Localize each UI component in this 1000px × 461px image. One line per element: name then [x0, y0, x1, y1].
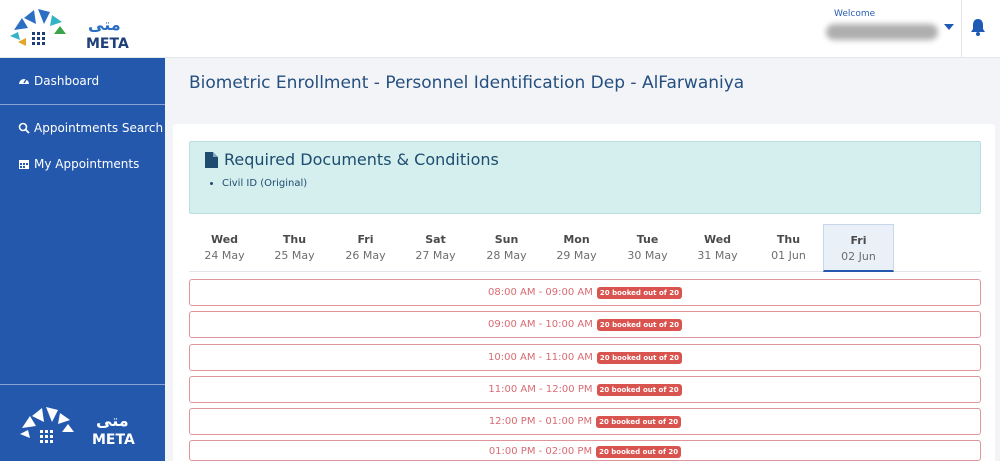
day-name: Thu [776, 233, 801, 246]
day-date: 30 May [627, 249, 668, 262]
slot-time: 11:00 AM - 12:00 PM [488, 384, 593, 395]
day-date: 25 May [274, 249, 315, 262]
time-slot[interactable]: 11:00 AM - 12:00 PM 20 booked out of 20 [189, 376, 981, 403]
day-date: 26 May [345, 249, 386, 262]
top-bar: متى META Welcome [0, 0, 1000, 58]
sidebar-item-appointments-search[interactable]: Appointments Search [18, 121, 163, 135]
sidebar-item-dashboard[interactable]: Dashboard [18, 74, 99, 88]
day-tab[interactable]: Sun 28 May [471, 224, 542, 272]
day-date: 28 May [486, 249, 527, 262]
required-documents-box: Required Documents & Conditions Civil ID… [189, 141, 981, 214]
day-date: 29 May [556, 249, 597, 262]
slot-time: 09:00 AM - 10:00 AM [488, 319, 593, 330]
time-slot[interactable]: 10:00 AM - 11:00 AM 20 booked out of 20 [189, 344, 981, 371]
slot-time: 01:00 PM - 02:00 PM [488, 446, 593, 457]
sidebar-item-label: Dashboard [34, 74, 100, 88]
day-tab[interactable]: Fri 26 May [330, 224, 401, 272]
day-date: 31 May [697, 249, 738, 262]
meta-logo-white: متى META [20, 407, 135, 448]
day-tab[interactable]: Mon 29 May [541, 224, 612, 272]
day-name: Thu [282, 233, 307, 246]
bell-icon[interactable] [970, 18, 986, 36]
booking-status-badge: 20 booked out of 20 [596, 318, 682, 331]
day-tab[interactable]: Thu 25 May [259, 224, 330, 272]
time-slot[interactable]: 12:00 PM - 01:00 PM 20 booked out of 20 [189, 408, 981, 435]
svg-text:متى: متى [88, 15, 121, 34]
username-redacted [826, 24, 938, 40]
topbar-divider [961, 0, 962, 58]
sidebar-item-label: Appointments Search [34, 121, 164, 135]
slot-time: 10:00 AM - 11:00 AM [488, 352, 593, 363]
day-tabs: Wed 24 May Thu 25 May Fri 26 May Sat 27 … [189, 224, 981, 272]
slot-time: 08:00 AM - 09:00 AM [488, 287, 593, 298]
documents-title: Required Documents & Conditions [224, 150, 499, 169]
user-menu[interactable]: Welcome [822, 8, 962, 50]
dashboard-icon [19, 78, 29, 84]
day-date: 27 May [415, 249, 456, 262]
time-slot[interactable]: 09:00 AM - 10:00 AM 20 booked out of 20 [189, 311, 981, 338]
svg-text:META: META [92, 432, 135, 448]
day-tab[interactable]: Sat 27 May [400, 224, 471, 272]
day-tab[interactable]: Thu 01 Jun [753, 224, 824, 272]
day-name: Sat [425, 233, 446, 246]
day-tab[interactable]: Wed 24 May [189, 224, 260, 272]
time-slot[interactable]: 08:00 AM - 09:00 AM 20 booked out of 20 [189, 279, 981, 306]
welcome-label: Welcome [834, 9, 876, 19]
time-slot[interactable]: 01:00 PM - 02:00 PM 20 booked out of 20 [189, 440, 981, 461]
day-name: Sun [494, 233, 519, 246]
day-name: Wed [703, 233, 732, 246]
day-name: Fri [850, 234, 867, 247]
page-title: Biometric Enrollment - Personnel Identif… [189, 73, 745, 93]
chevron-down-icon[interactable] [944, 24, 954, 30]
list-item: Civil ID (Original) [222, 178, 307, 189]
day-date: 24 May [204, 249, 245, 262]
meta-logo[interactable]: متى META [8, 6, 140, 52]
day-tab[interactable]: Wed 31 May [682, 224, 753, 272]
sidebar-divider [0, 104, 165, 105]
booking-status-badge: 20 booked out of 20 [596, 445, 682, 458]
slot-time: 12:00 PM - 01:00 PM [488, 416, 593, 427]
sidebar: Dashboard Appointments Search My Appoint… [0, 58, 165, 461]
booking-status-badge: 20 booked out of 20 [596, 286, 682, 299]
day-name: Tue [636, 233, 659, 246]
documents-list: Civil ID (Original) [218, 178, 307, 189]
documents-heading: Required Documents & Conditions [205, 150, 499, 169]
sidebar-item-label: My Appointments [34, 157, 140, 171]
search-icon [18, 122, 30, 134]
day-tab[interactable]: Tue 30 May [612, 224, 683, 272]
day-name: Mon [563, 233, 590, 246]
file-icon [205, 151, 218, 168]
day-date: 02 Jun [841, 250, 876, 263]
booking-status-badge: 20 booked out of 20 [596, 415, 682, 428]
sidebar-item-my-appointments[interactable]: My Appointments [18, 157, 139, 171]
calendar-icon [19, 160, 29, 169]
day-name: Fri [357, 233, 374, 246]
booking-status-badge: 20 booked out of 20 [596, 351, 682, 364]
day-date: 01 Jun [771, 249, 806, 262]
sidebar-divider [0, 384, 165, 385]
day-tab-selected[interactable]: Fri 02 Jun [823, 224, 894, 272]
svg-text:META: META [86, 36, 129, 52]
day-name: Wed [210, 233, 239, 246]
svg-text:متى: متى [96, 411, 129, 430]
booking-status-badge: 20 booked out of 20 [596, 383, 682, 396]
